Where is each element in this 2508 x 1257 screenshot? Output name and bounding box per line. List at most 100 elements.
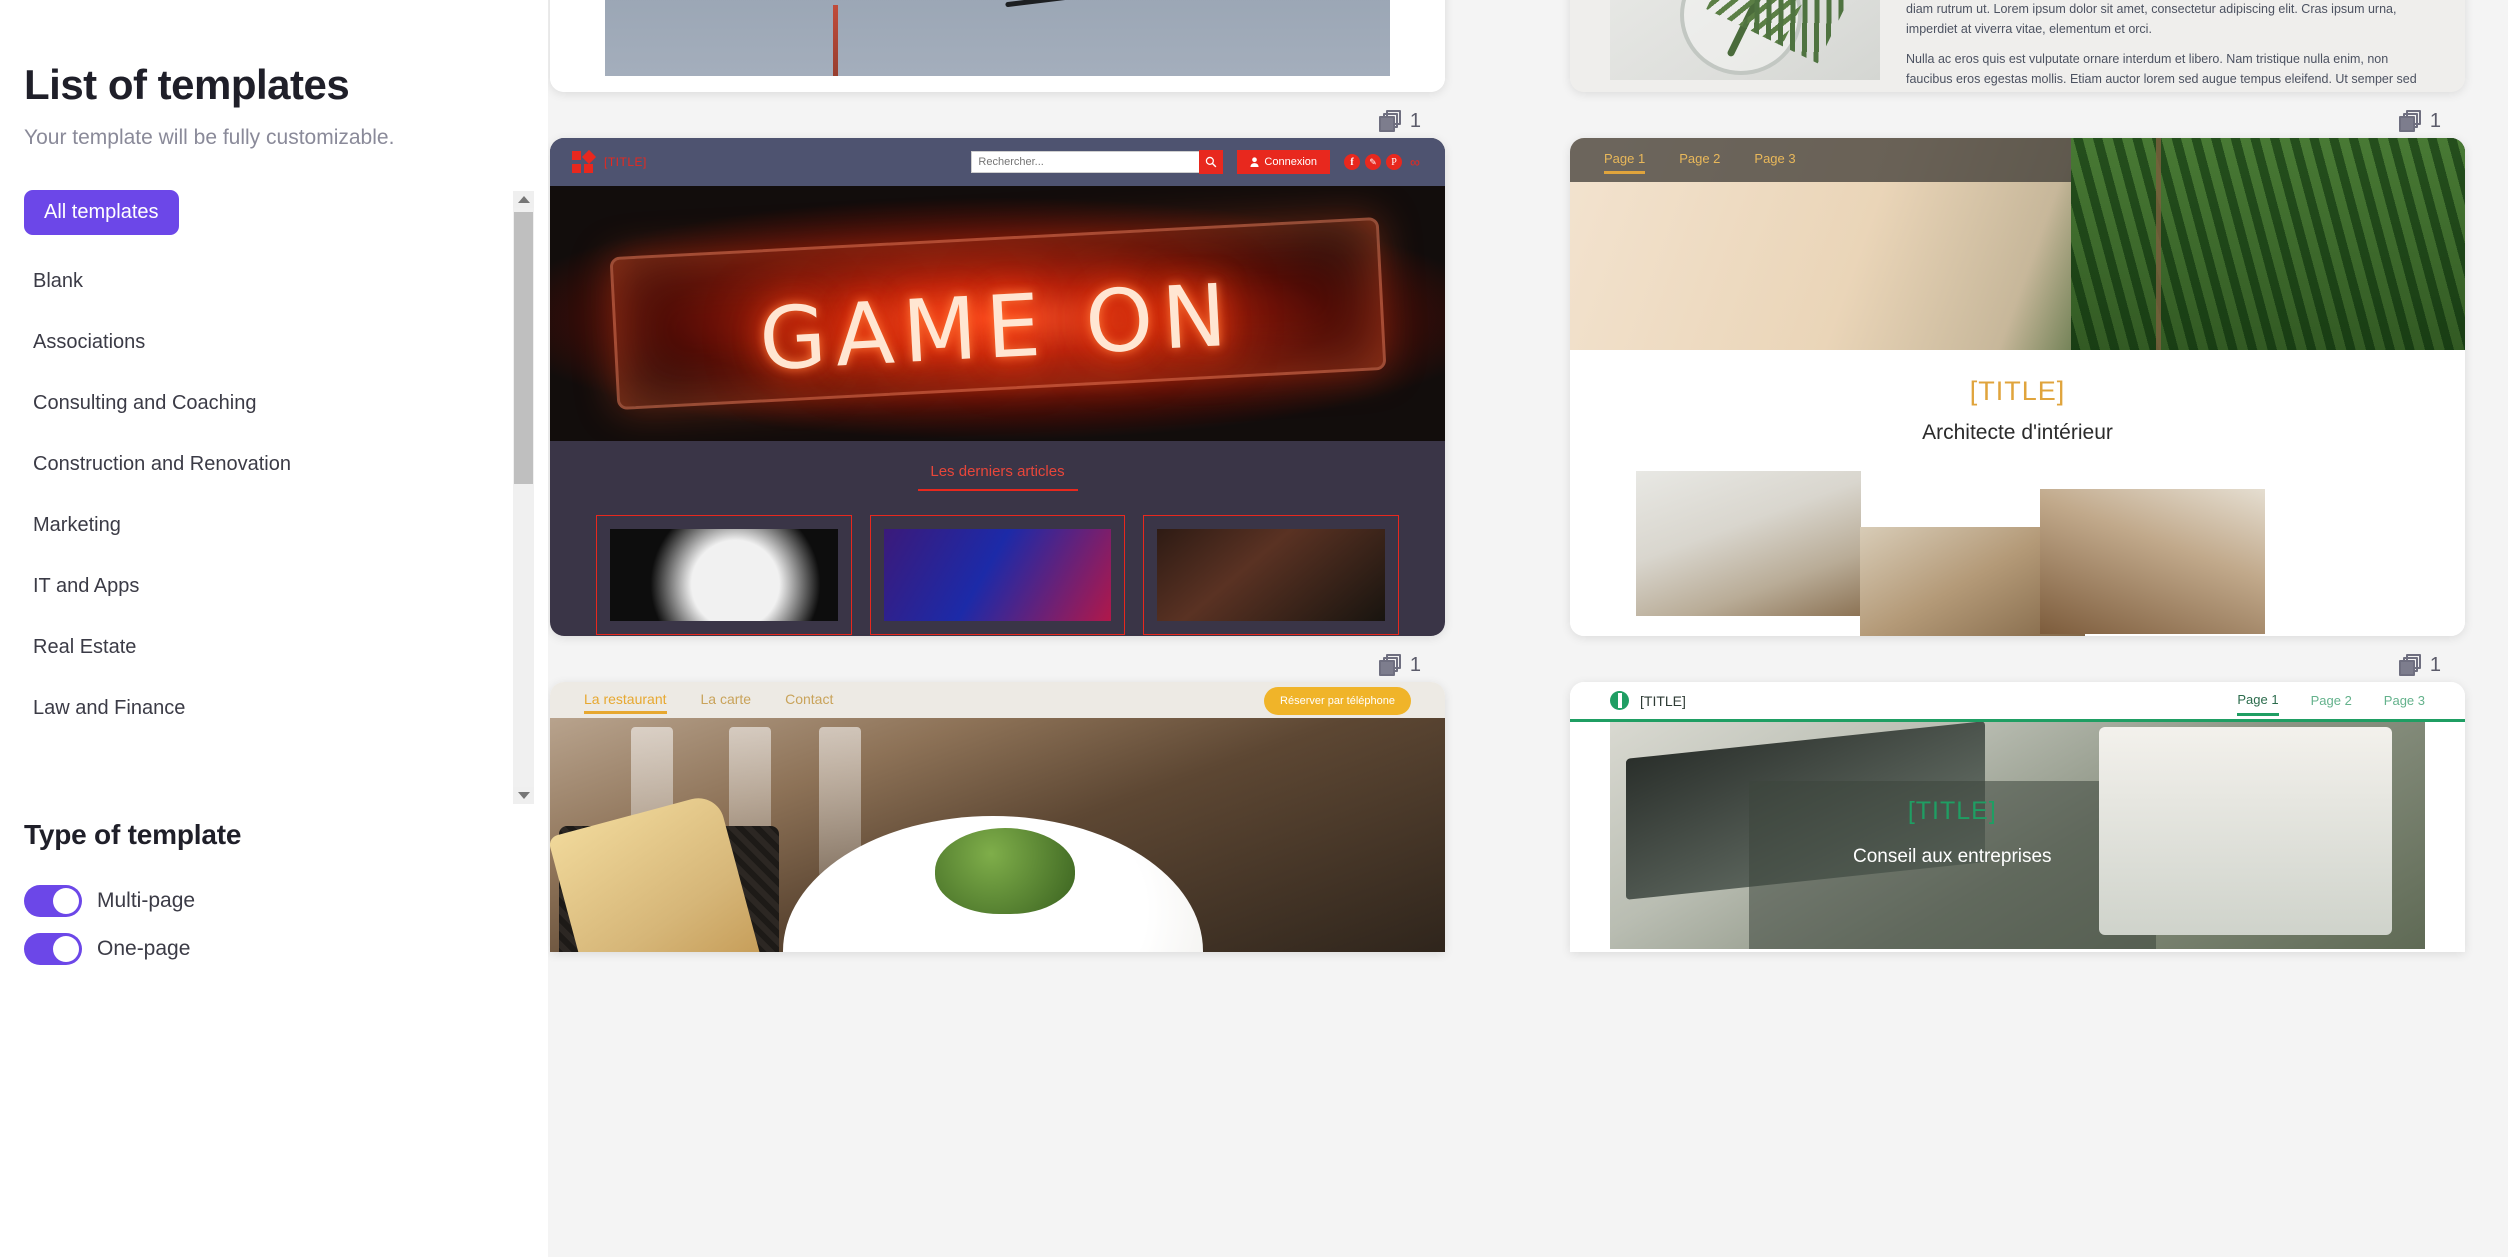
toggle-knob — [53, 888, 79, 915]
latest-articles-title: Les derniers articles — [917, 463, 1078, 491]
card-meta: 1 — [1570, 636, 2465, 682]
architect-nav: Page 1 Page 2 Page 3 — [1570, 138, 2465, 182]
search-button[interactable] — [1199, 150, 1224, 174]
template-card-architect[interactable]: Page 1 Page 2 Page 3 [TITLE] Architecte … — [1570, 138, 2465, 636]
user-icon — [1250, 157, 1259, 167]
login-button[interactable]: Connexion — [1237, 150, 1330, 174]
article-tile-photo — [883, 529, 1112, 621]
pages-stack-icon — [2398, 110, 2421, 132]
scroll-down-arrow-icon[interactable] — [513, 787, 534, 805]
sidebar-item-real-estate[interactable]: Real Estate — [24, 635, 524, 659]
pages-count: 1 — [1409, 110, 1421, 132]
pages-count: 1 — [1409, 654, 1421, 676]
nav-item-page-2[interactable]: Page 2 — [2311, 693, 2352, 708]
architect-subtitle: Architecte d'intérieur — [1922, 421, 2113, 444]
nav-item-la-carte[interactable]: La carte — [701, 682, 752, 707]
card-meta: 1 — [550, 92, 1445, 138]
nav-item-page-2[interactable]: Page 2 — [1679, 138, 1720, 166]
template-card-restaurant[interactable]: La restaurant La carte Contact Réserver … — [550, 682, 1445, 952]
sidebar-item-marketing[interactable]: Marketing — [24, 513, 524, 537]
pages-stack-icon — [1378, 654, 1401, 676]
toggle-row-one-page[interactable]: One-page — [24, 933, 524, 966]
hero-photo-helicopter — [605, 0, 1390, 76]
category-scrollbar[interactable] — [513, 191, 534, 805]
pages-stack-icon — [2398, 654, 2421, 676]
page-subtitle: Your template will be fully customizable… — [24, 126, 395, 150]
sidebar-item-it-and-apps[interactable]: IT and Apps — [24, 574, 524, 598]
hero-photo-food — [550, 718, 1445, 952]
templates-grid-area: Pellentesque sagittis tempor luctus In r… — [548, 0, 2508, 1257]
gallery-photo-3 — [2040, 489, 2265, 634]
type-of-template-title: Type of template — [24, 819, 242, 851]
antenna-pole — [832, 4, 838, 76]
toggle-label-multi-page: Multi-page — [97, 889, 196, 913]
brand-photo-plant — [1610, 0, 1880, 80]
brand-logo-icon — [572, 149, 597, 174]
toggle-label-one-page: One-page — [97, 937, 191, 961]
sidebar-item-associations[interactable]: Associations — [24, 330, 524, 354]
restaurant-nav: La restaurant La carte Contact Réserver … — [550, 682, 1445, 718]
gameon-logo-label: [TITLE] — [604, 155, 647, 169]
login-label: Connexion — [1264, 156, 1317, 168]
sidebar-item-blank[interactable]: Blank — [24, 269, 524, 293]
pages-count: 1 — [2429, 110, 2441, 132]
template-card-article[interactable]: Pellentesque sagittis tempor luctus In r… — [550, 0, 1445, 92]
template-card-slot: Page 1 Page 2 Page 3 [TITLE] Architecte … — [1570, 138, 2465, 682]
template-card-gameon[interactable]: [TITLE] Connexion — [550, 138, 1445, 636]
article-tile[interactable] — [596, 515, 852, 635]
sidebar-item-construction-and-renovation[interactable]: Construction and Renovation — [24, 452, 524, 476]
consulting-header: [TITLE] Page 1 Page 2 Page 3 — [1570, 682, 2465, 722]
hero-overlay: [TITLE] Conseil aux entreprises — [1748, 781, 2157, 949]
hero-photo-interior: Page 1 Page 2 Page 3 — [1570, 138, 2465, 350]
template-card-slot: [TITLE] Page 1 Page 2 Page 3 [TITLE] Con… — [1570, 682, 2465, 952]
consulting-overlay-title: [TITLE] — [1907, 797, 1997, 826]
toggle-multi-page[interactable] — [24, 885, 82, 918]
category-list: All templates Blank Associations Consult… — [24, 184, 524, 720]
template-card-boutique[interactable]: Accueil L'histoire La Boutique Commander — [1570, 0, 2465, 92]
article-tile[interactable] — [869, 515, 1126, 635]
gallery-photo-1 — [1636, 471, 1861, 616]
template-card-consulting[interactable]: [TITLE] Page 1 Page 2 Page 3 [TITLE] Con… — [1570, 682, 2465, 952]
brand-paragraph-2: Nulla ac eros quis est vulputate ornare … — [1906, 52, 2417, 86]
toggle-knob — [53, 936, 79, 963]
twitter-icon[interactable]: ✎ — [1365, 154, 1381, 170]
hero-photo-office: [TITLE] Conseil aux entreprises — [1610, 722, 2425, 949]
nav-item-page-1[interactable]: Page 1 — [2237, 692, 2279, 716]
article-tile-photo — [610, 529, 838, 621]
templates-page: List of templates Your template will be … — [0, 0, 2508, 1257]
template-card-slot: Accueil L'histoire La Boutique Commander — [1570, 0, 2465, 138]
pinterest-icon[interactable]: P — [1386, 154, 1402, 170]
sidebar-item-law-and-finance[interactable]: Law and Finance — [24, 696, 524, 720]
garnish-shape — [934, 827, 1075, 914]
consulting-logo-label: [TITLE] — [1640, 692, 1686, 709]
scroll-up-arrow-icon[interactable] — [513, 191, 534, 209]
consulting-logo-icon — [1610, 691, 1629, 710]
toggle-row-multi-page[interactable]: Multi-page — [24, 885, 524, 918]
hero-photo-neon-sign: GAME ON — [550, 186, 1445, 441]
nav-item-page-1[interactable]: Page 1 — [1604, 138, 1646, 174]
search-input[interactable] — [971, 151, 1200, 173]
page-title: List of templates — [24, 61, 350, 108]
facebook-icon[interactable]: f — [1344, 154, 1360, 170]
article-tile-photo — [1157, 529, 1386, 621]
nav-item-contact[interactable]: Contact — [785, 682, 833, 707]
nav-item-page-3[interactable]: Page 3 — [1754, 138, 1795, 166]
sidebar-item-consulting-and-coaching[interactable]: Consulting and Coaching — [24, 391, 524, 415]
reserve-by-phone-button[interactable]: Réserver par téléphone — [1264, 687, 1411, 715]
scrollbar-thumb[interactable] — [514, 212, 533, 485]
article-tile[interactable] — [1143, 515, 1400, 635]
sidebar: List of templates Your template will be … — [0, 0, 548, 1257]
toggle-one-page[interactable] — [24, 933, 82, 966]
gameon-header: [TITLE] Connexion — [550, 138, 1445, 186]
search-icon — [1206, 156, 1217, 168]
share-icon[interactable]: ∞ — [1407, 154, 1423, 170]
card-meta: 1 — [550, 636, 1445, 682]
filter-all-templates[interactable]: All templates — [24, 190, 179, 236]
consulting-overlay-subtitle: Conseil aux entreprises — [1853, 846, 2052, 868]
template-card-slot: Pellentesque sagittis tempor luctus In r… — [550, 0, 1445, 138]
pages-count: 1 — [2429, 654, 2441, 676]
nav-item-page-3[interactable]: Page 3 — [2384, 693, 2425, 708]
nav-item-la-restaurant[interactable]: La restaurant — [584, 682, 667, 714]
brand-paragraph-1: Lorem ipsum dolor sit amet, consectetur … — [1906, 2, 2397, 36]
helicopter-skid — [1005, 0, 1126, 8]
